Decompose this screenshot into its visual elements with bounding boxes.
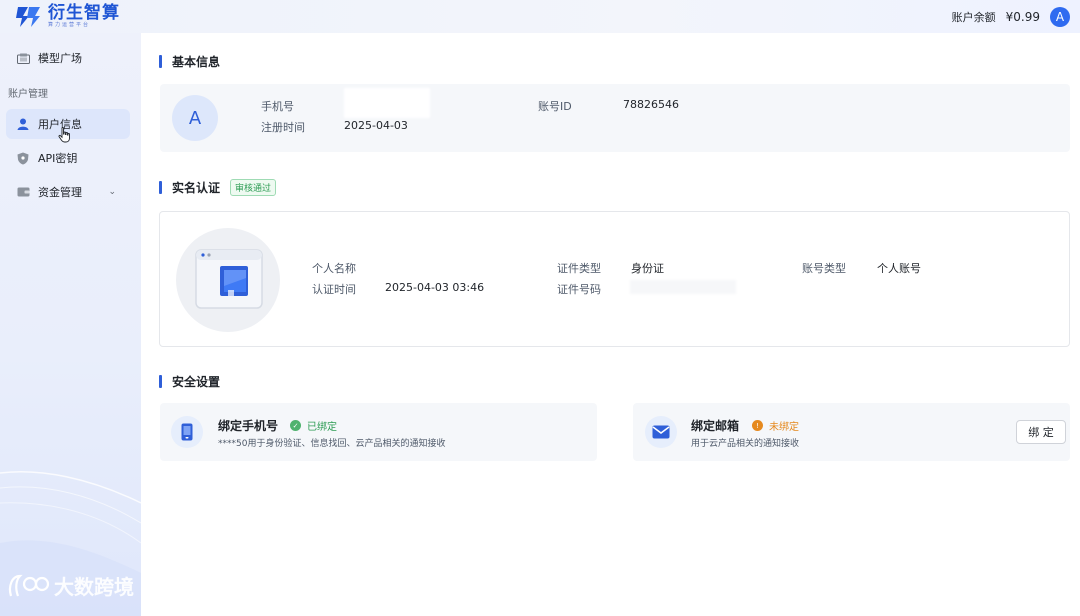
bind-email-button[interactable]: 绑 定 (1016, 420, 1066, 444)
personal-name-label: 个人名称 (312, 262, 356, 275)
watermark: 大数跨境 (6, 571, 134, 600)
hand-cursor-icon (58, 127, 70, 143)
logo[interactable]: 衍生智算 算力运营平台 (14, 0, 120, 33)
basic-info-card: A 手机号 注册时间 2025-04-03 账号ID 78826546 (160, 84, 1070, 152)
user-avatar[interactable]: A (1050, 6, 1070, 27)
wallet-icon (16, 185, 30, 199)
account-type-value: 个人账号 (877, 262, 921, 275)
register-time-label: 注册时间 (261, 121, 305, 134)
warning-icon: ! (752, 420, 763, 431)
user-avatar-large: A (172, 95, 218, 141)
sidebar-item-label: API密钥 (38, 152, 78, 165)
chevron-down-icon[interactable]: ⌄ (108, 187, 116, 197)
realname-card: 个人名称 认证时间 2025-04-03 03:46 证件类型 身份证 证件号码… (159, 211, 1070, 347)
account-id-value: 78826546 (623, 98, 679, 111)
watermark-text: 大数跨境 (54, 575, 134, 599)
phone-value-masked (344, 88, 430, 118)
user-icon (16, 117, 30, 131)
cube-icon (16, 51, 30, 65)
top-bar: 衍生智算 算力运营平台 账户余额 ¥0.99 A (0, 0, 1080, 33)
phone-icon (171, 416, 203, 448)
logo-title: 衍生智算 (48, 3, 120, 23)
id-card-icon (195, 249, 263, 309)
watermark-logo-icon (8, 574, 50, 596)
bind-email-card: 绑定邮箱 ! 未绑定 用于云产品相关的通知接收 绑 定 (633, 403, 1070, 461)
cert-type-value: 身份证 (631, 262, 664, 275)
bind-phone-desc: ****50用于身份验证、信息找回、云产品相关的通知接收 (218, 439, 446, 449)
sidebar-item-fund-management[interactable]: 资金管理 ⌄ (6, 177, 130, 207)
bind-phone-title: 绑定手机号 (218, 419, 279, 433)
sidebar-item-label: 资金管理 (38, 186, 82, 199)
auth-time-label: 认证时间 (312, 283, 356, 296)
main-content: 基本信息 A 手机号 注册时间 2025-04-03 账号ID 78826546… (141, 33, 1080, 616)
sidebar-item-api-key[interactable]: API密钥 (6, 143, 130, 173)
balance-label: 账户余额 (951, 10, 996, 24)
account-type-label: 账号类型 (802, 262, 846, 275)
logo-icon (16, 6, 40, 27)
balance-value: ¥0.99 (1005, 9, 1040, 24)
account-id-label: 账号ID (538, 100, 572, 113)
check-icon: ✓ (290, 420, 301, 431)
bind-email-status: ! 未绑定 (752, 418, 799, 433)
bind-email-title: 绑定邮箱 (691, 419, 740, 433)
bind-phone-status: ✓ 已绑定 (290, 418, 337, 433)
sidebar-group-account: 账户管理 (8, 89, 48, 100)
shield-icon (16, 151, 30, 165)
logo-subtitle: 算力运营平台 (48, 22, 91, 28)
cert-type-label: 证件类型 (557, 262, 601, 275)
bind-phone-card: 绑定手机号 ✓ 已绑定 ****50用于身份验证、信息找回、云产品相关的通知接收 (160, 403, 597, 461)
status-badge: 审核通过 (230, 179, 277, 196)
sidebar: 模型广场 账户管理 用户信息 API密钥 资金管理 ⌄ 大数跨境 (0, 33, 141, 616)
email-icon (645, 416, 677, 448)
register-time-value: 2025-04-03 (344, 119, 408, 132)
sidebar-item-label: 模型广场 (38, 52, 82, 65)
cert-number-masked (630, 280, 736, 294)
section-title-realname: 实名认证 审核通过 (159, 179, 277, 196)
cert-number-label: 证件号码 (557, 283, 601, 296)
bind-email-desc: 用于云产品相关的通知接收 (691, 439, 800, 449)
sidebar-item-model-square[interactable]: 模型广场 (6, 43, 130, 73)
section-title-basic: 基本信息 (159, 53, 220, 70)
auth-time-value: 2025-04-03 03:46 (385, 281, 485, 294)
section-title-security: 安全设置 (159, 373, 220, 390)
id-card-illustration (176, 228, 280, 332)
phone-label: 手机号 (261, 100, 294, 113)
balance-area: 账户余额 ¥0.99 A (952, 0, 1070, 33)
